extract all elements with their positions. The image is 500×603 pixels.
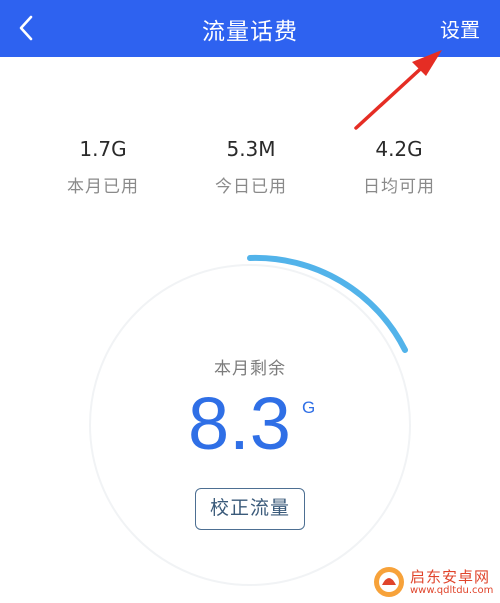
calibrate-data-button[interactable]: 校正流量 — [195, 488, 305, 530]
watermark-url: www.qdltdu.com — [410, 585, 494, 596]
remaining-unit: G — [302, 398, 316, 417]
gauge-arc — [247, 254, 408, 353]
watermark-logo-icon — [374, 567, 404, 597]
watermark: 启东安卓网 www.qdltdu.com — [372, 565, 498, 601]
watermark-name: 启东安卓网 — [410, 568, 491, 586]
remaining-value: 8.3 — [188, 382, 291, 465]
remaining-label: 本月剩余 — [214, 359, 286, 379]
